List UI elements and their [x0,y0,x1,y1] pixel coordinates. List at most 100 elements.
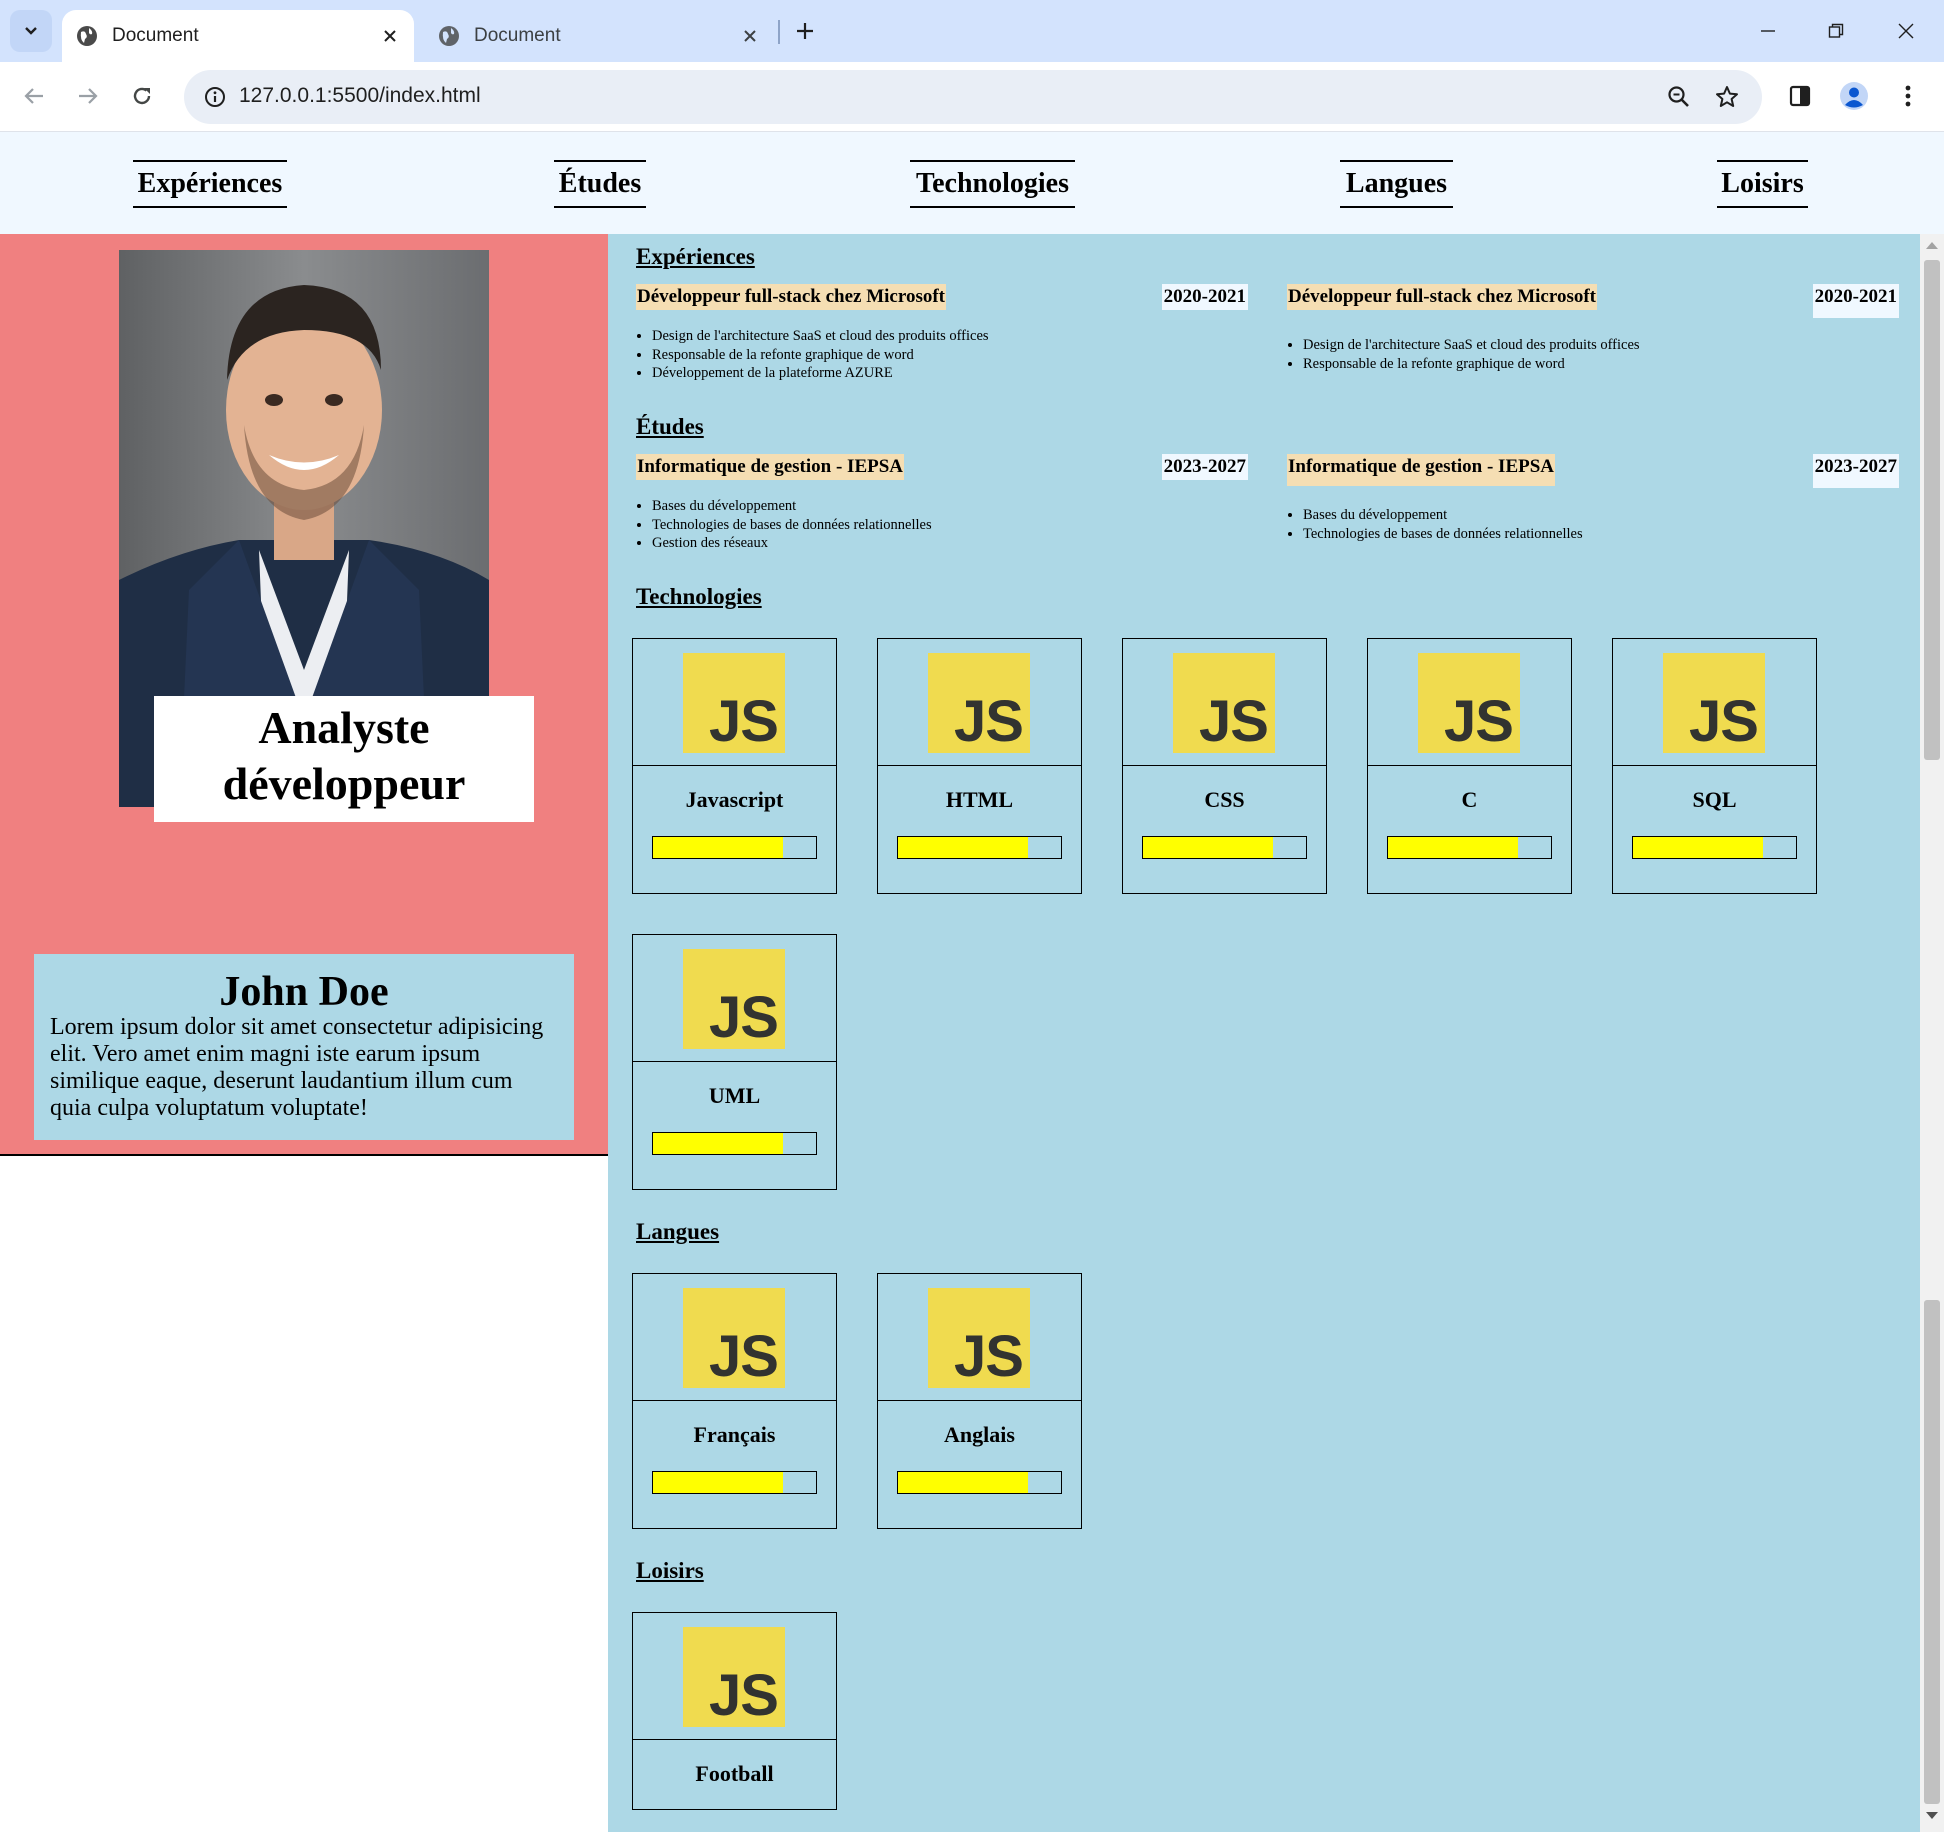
entry-years: 2023-2027 [1161,454,1248,480]
job-title: Analyste développeur [154,696,534,822]
js-logo-icon: JS [683,949,785,1049]
study-entry: Informatique de gestion - IEPSA 2023-202… [636,454,1248,553]
site-info-icon [205,87,225,107]
skill-card-c[interactable]: JS C [1367,638,1572,894]
tab-document-active[interactable]: Document [62,10,414,62]
skill-card-sql[interactable]: JS SQL [1612,638,1817,894]
new-tab-icon [797,23,813,39]
hobby-label: Football [695,1761,774,1786]
js-logo-icon: JS [928,653,1030,753]
section-title-loisirs: Loisirs [636,1558,704,1583]
language-card-francais[interactable]: JS Français [632,1273,837,1529]
nav-link-langues[interactable]: Langues [1340,160,1453,208]
tab-title: Document [112,25,199,46]
site-info-button[interactable] [196,78,234,116]
scroll-up-arrow[interactable] [1926,242,1938,249]
bio-card: John Doe Lorem ipsum dolor sit amet cons… [34,954,574,1140]
nav-link-etudes[interactable]: Études [554,160,646,208]
main-content: Expériences Développeur full-stack chez … [608,234,1920,1832]
study-entry: Informatique de gestion - IEPSA 2023-202… [1287,454,1899,543]
js-logo-icon: JS [683,653,785,753]
section-title-etudes: Études [636,414,704,439]
skill-label: C [1461,787,1478,812]
close-icon [1898,23,1914,39]
skill-label: HTML [945,787,1014,812]
skill-label: Javascript [685,787,784,812]
profile-button[interactable] [1832,74,1876,118]
language-level-fill [653,1472,784,1493]
side-panel-icon [1789,85,1811,107]
url-text[interactable]: 127.0.0.1:5500/index.html [239,84,481,108]
tab-close-button[interactable] [376,22,404,50]
zoom-button[interactable] [1660,78,1698,116]
entry-name: Développeur full-stack chez Microsoft [1287,284,1597,310]
reload-icon [133,87,151,105]
new-tab-button[interactable] [784,10,826,52]
globe-icon [439,26,459,46]
forward-button[interactable] [66,74,110,118]
zoom-icon [1668,86,1689,107]
nav-link-technologies[interactable]: Technologies [910,160,1075,208]
skill-card-css[interactable]: JS CSS [1122,638,1327,894]
skill-level-fill [653,837,784,858]
hobby-card-football[interactable]: JS Football [632,1612,837,1810]
skill-level-bar [897,836,1062,859]
back-icon [24,88,43,104]
js-logo-icon: JS [1663,653,1765,753]
skill-level-fill [1388,837,1519,858]
js-logo-icon: JS [1418,653,1520,753]
language-level-fill [898,1472,1029,1493]
browser-toolbar: 127.0.0.1:5500/index.html [0,62,1944,132]
bio-text: Lorem ipsum dolor sit amet consectetur a… [50,1014,544,1121]
entry-name: Développeur full-stack chez Microsoft [636,284,946,310]
language-level-bar [897,1471,1062,1494]
language-card-anglais[interactable]: JS Anglais [877,1273,1082,1529]
skill-level-bar [652,1132,817,1155]
back-button[interactable] [12,74,56,118]
skill-level-fill [898,837,1029,858]
scrollbar-thumb[interactable] [1924,1300,1940,1804]
nav-link-experiences[interactable]: Expériences [133,160,287,208]
skill-level-bar [1632,836,1797,859]
entry-point: Responsable de la refonte graphique de w… [1303,355,1899,374]
experience-entry: Développeur full-stack chez Microsoft 20… [636,284,1248,383]
section-title-technologies: Technologies [636,584,762,609]
skill-level-fill [1143,837,1274,858]
scroll-down-arrow[interactable] [1926,1812,1938,1819]
browser-menu-button[interactable] [1886,74,1930,118]
tab-document-inactive[interactable]: Document [424,10,774,62]
skill-card-html[interactable]: JS HTML [877,638,1082,894]
restore-button[interactable] [1802,0,1870,62]
entry-point: Bases du développement [1303,506,1899,525]
close-window-button[interactable] [1872,0,1940,62]
reload-button[interactable] [120,74,164,118]
language-label: Français [693,1422,776,1447]
minimize-icon [1761,30,1775,32]
close-icon [384,30,396,42]
entry-years: 2023-2027 [1812,454,1899,488]
restore-icon [1828,23,1844,38]
bookmark-button[interactable] [1708,78,1746,116]
section-title-experiences: Expériences [636,244,755,269]
page-scrollbar[interactable] [1920,234,1944,1832]
address-bar[interactable]: 127.0.0.1:5500/index.html [184,70,1762,124]
experience-entry: Développeur full-stack chez Microsoft 20… [1287,284,1899,373]
entry-point: Technologies de bases de données relatio… [652,516,1248,535]
skill-level-bar [1142,836,1307,859]
skill-card-javascript[interactable]: JS Javascript [632,638,837,894]
scrollbar-thumb[interactable] [1924,260,1940,760]
entry-name: Informatique de gestion - IEPSA [1287,454,1556,486]
minimize-button[interactable] [1734,0,1802,62]
entry-point: Gestion des réseaux [652,534,1248,553]
side-panel-button[interactable] [1778,74,1822,118]
globe-icon [77,26,97,46]
entry-point: Responsable de la refonte graphique de w… [652,346,1248,365]
tab-search-button[interactable] [10,10,52,52]
nav-link-loisirs[interactable]: Loisirs [1717,160,1808,208]
entry-years: 2020-2021 [1812,284,1899,318]
menu-icon [1905,85,1911,107]
js-logo-icon: JS [683,1288,785,1388]
skill-card-uml[interactable]: JS UML [632,934,837,1190]
skill-label: CSS [1204,787,1245,812]
tab-close-button[interactable] [736,22,764,50]
